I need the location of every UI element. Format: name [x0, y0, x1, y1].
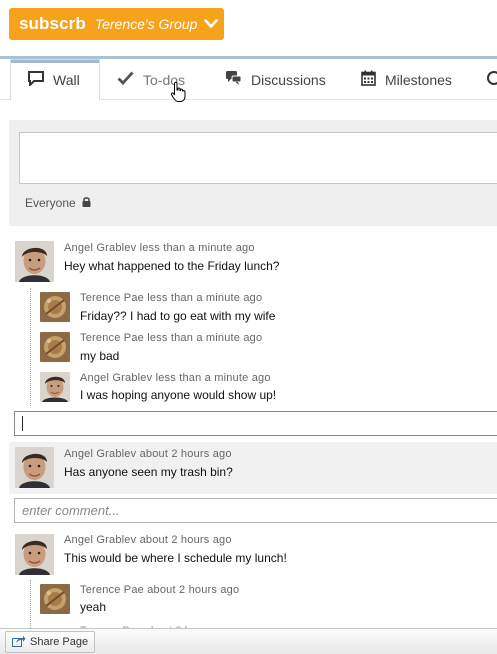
tab-discussions[interactable]: Discussions	[225, 59, 326, 100]
tab-label: Wall	[53, 72, 80, 88]
lock-icon	[76, 196, 91, 210]
share-page-button[interactable]: Share Page	[5, 631, 95, 653]
post-meta: Angel Grablev about 2 hours ago	[64, 534, 232, 546]
thread-divider	[30, 288, 31, 406]
comment-input[interactable]	[14, 411, 497, 436]
reply-time: less than a minute ago	[147, 292, 263, 304]
avatar	[40, 292, 70, 322]
chat-bubbles-icon	[225, 70, 251, 89]
reply-author[interactable]: Angel Grablev	[80, 372, 152, 384]
post-time: about 2 hours ago	[139, 448, 232, 460]
calendar-icon	[361, 70, 385, 89]
share-icon	[12, 635, 30, 650]
reply-text: my bad	[80, 349, 120, 363]
post-text: Hey what happened to the Friday lunch?	[64, 259, 280, 273]
reply-meta: Angel Grablev less than a minute ago	[80, 372, 271, 384]
reply-text: Friday?? I had to go eat with my wife	[80, 309, 276, 323]
reply-text: yeah	[80, 600, 107, 614]
avatar	[40, 372, 70, 402]
avatar	[15, 447, 54, 488]
tab-milestones[interactable]: Milestones	[361, 59, 452, 100]
reply-author[interactable]: Terence Pae	[80, 584, 144, 596]
tab-bar: Wall To-dos Discussions Milestones	[0, 56, 497, 100]
audience-selector[interactable]: Everyone	[25, 196, 91, 210]
group-name: Terence's Group	[94, 16, 198, 32]
clock-icon	[486, 70, 497, 89]
hand-cursor-icon	[170, 81, 188, 106]
audience-label: Everyone	[25, 196, 76, 210]
text-caret	[22, 416, 23, 431]
share-page-label: Share Page	[30, 636, 89, 648]
post-author[interactable]: Angel Grablev	[64, 242, 136, 254]
tab-label: Discussions	[251, 71, 326, 88]
post-composer: Everyone	[9, 120, 497, 226]
reply-time: less than a minute ago	[155, 372, 271, 384]
reply-time: about 2 hours ago	[147, 584, 240, 596]
post-text: Has anyone seen my trash bin?	[64, 465, 233, 479]
tab-more[interactable]	[486, 59, 497, 100]
post-text: This would be where I schedule my lunch!	[64, 551, 287, 565]
post-meta: Angel Grablev less than a minute ago	[64, 242, 255, 254]
reply-author[interactable]: Terence Pae	[80, 332, 144, 344]
app-logo: subscrb	[19, 14, 86, 33]
avatar	[40, 332, 70, 362]
thread-divider	[30, 580, 31, 628]
reply-meta: Terence Pae less than a minute ago	[80, 332, 262, 344]
reply-meta: Terence Pae about 2 hours ago	[80, 584, 239, 596]
avatar	[15, 534, 54, 575]
comment-input[interactable]	[14, 498, 497, 523]
post-author[interactable]: Angel Grablev	[64, 534, 136, 546]
avatar	[15, 241, 54, 282]
reply-time: less than a minute ago	[147, 332, 263, 344]
reply-author[interactable]: Terence Pae	[80, 292, 144, 304]
post-time: less than a minute ago	[139, 242, 255, 254]
post-author[interactable]: Angel Grablev	[64, 448, 136, 460]
chevron-down-icon	[204, 19, 219, 29]
checkmark-icon	[117, 71, 143, 88]
reply-meta: Terence Pae less than a minute ago	[80, 292, 262, 304]
new-post-input[interactable]	[19, 132, 497, 184]
post-meta: Angel Grablev about 2 hours ago	[64, 448, 232, 460]
avatar	[40, 584, 70, 614]
group-switcher-button[interactable]: subscrb Terence's Group	[9, 8, 224, 40]
post-time: about 2 hours ago	[139, 534, 232, 546]
speech-bubble-icon	[28, 71, 53, 89]
reply-text: I was hoping anyone would show up!	[80, 388, 277, 402]
tab-label: Milestones	[385, 71, 452, 88]
bottom-toolbar: Share Page	[0, 628, 497, 654]
tab-wall[interactable]: Wall	[10, 59, 100, 100]
